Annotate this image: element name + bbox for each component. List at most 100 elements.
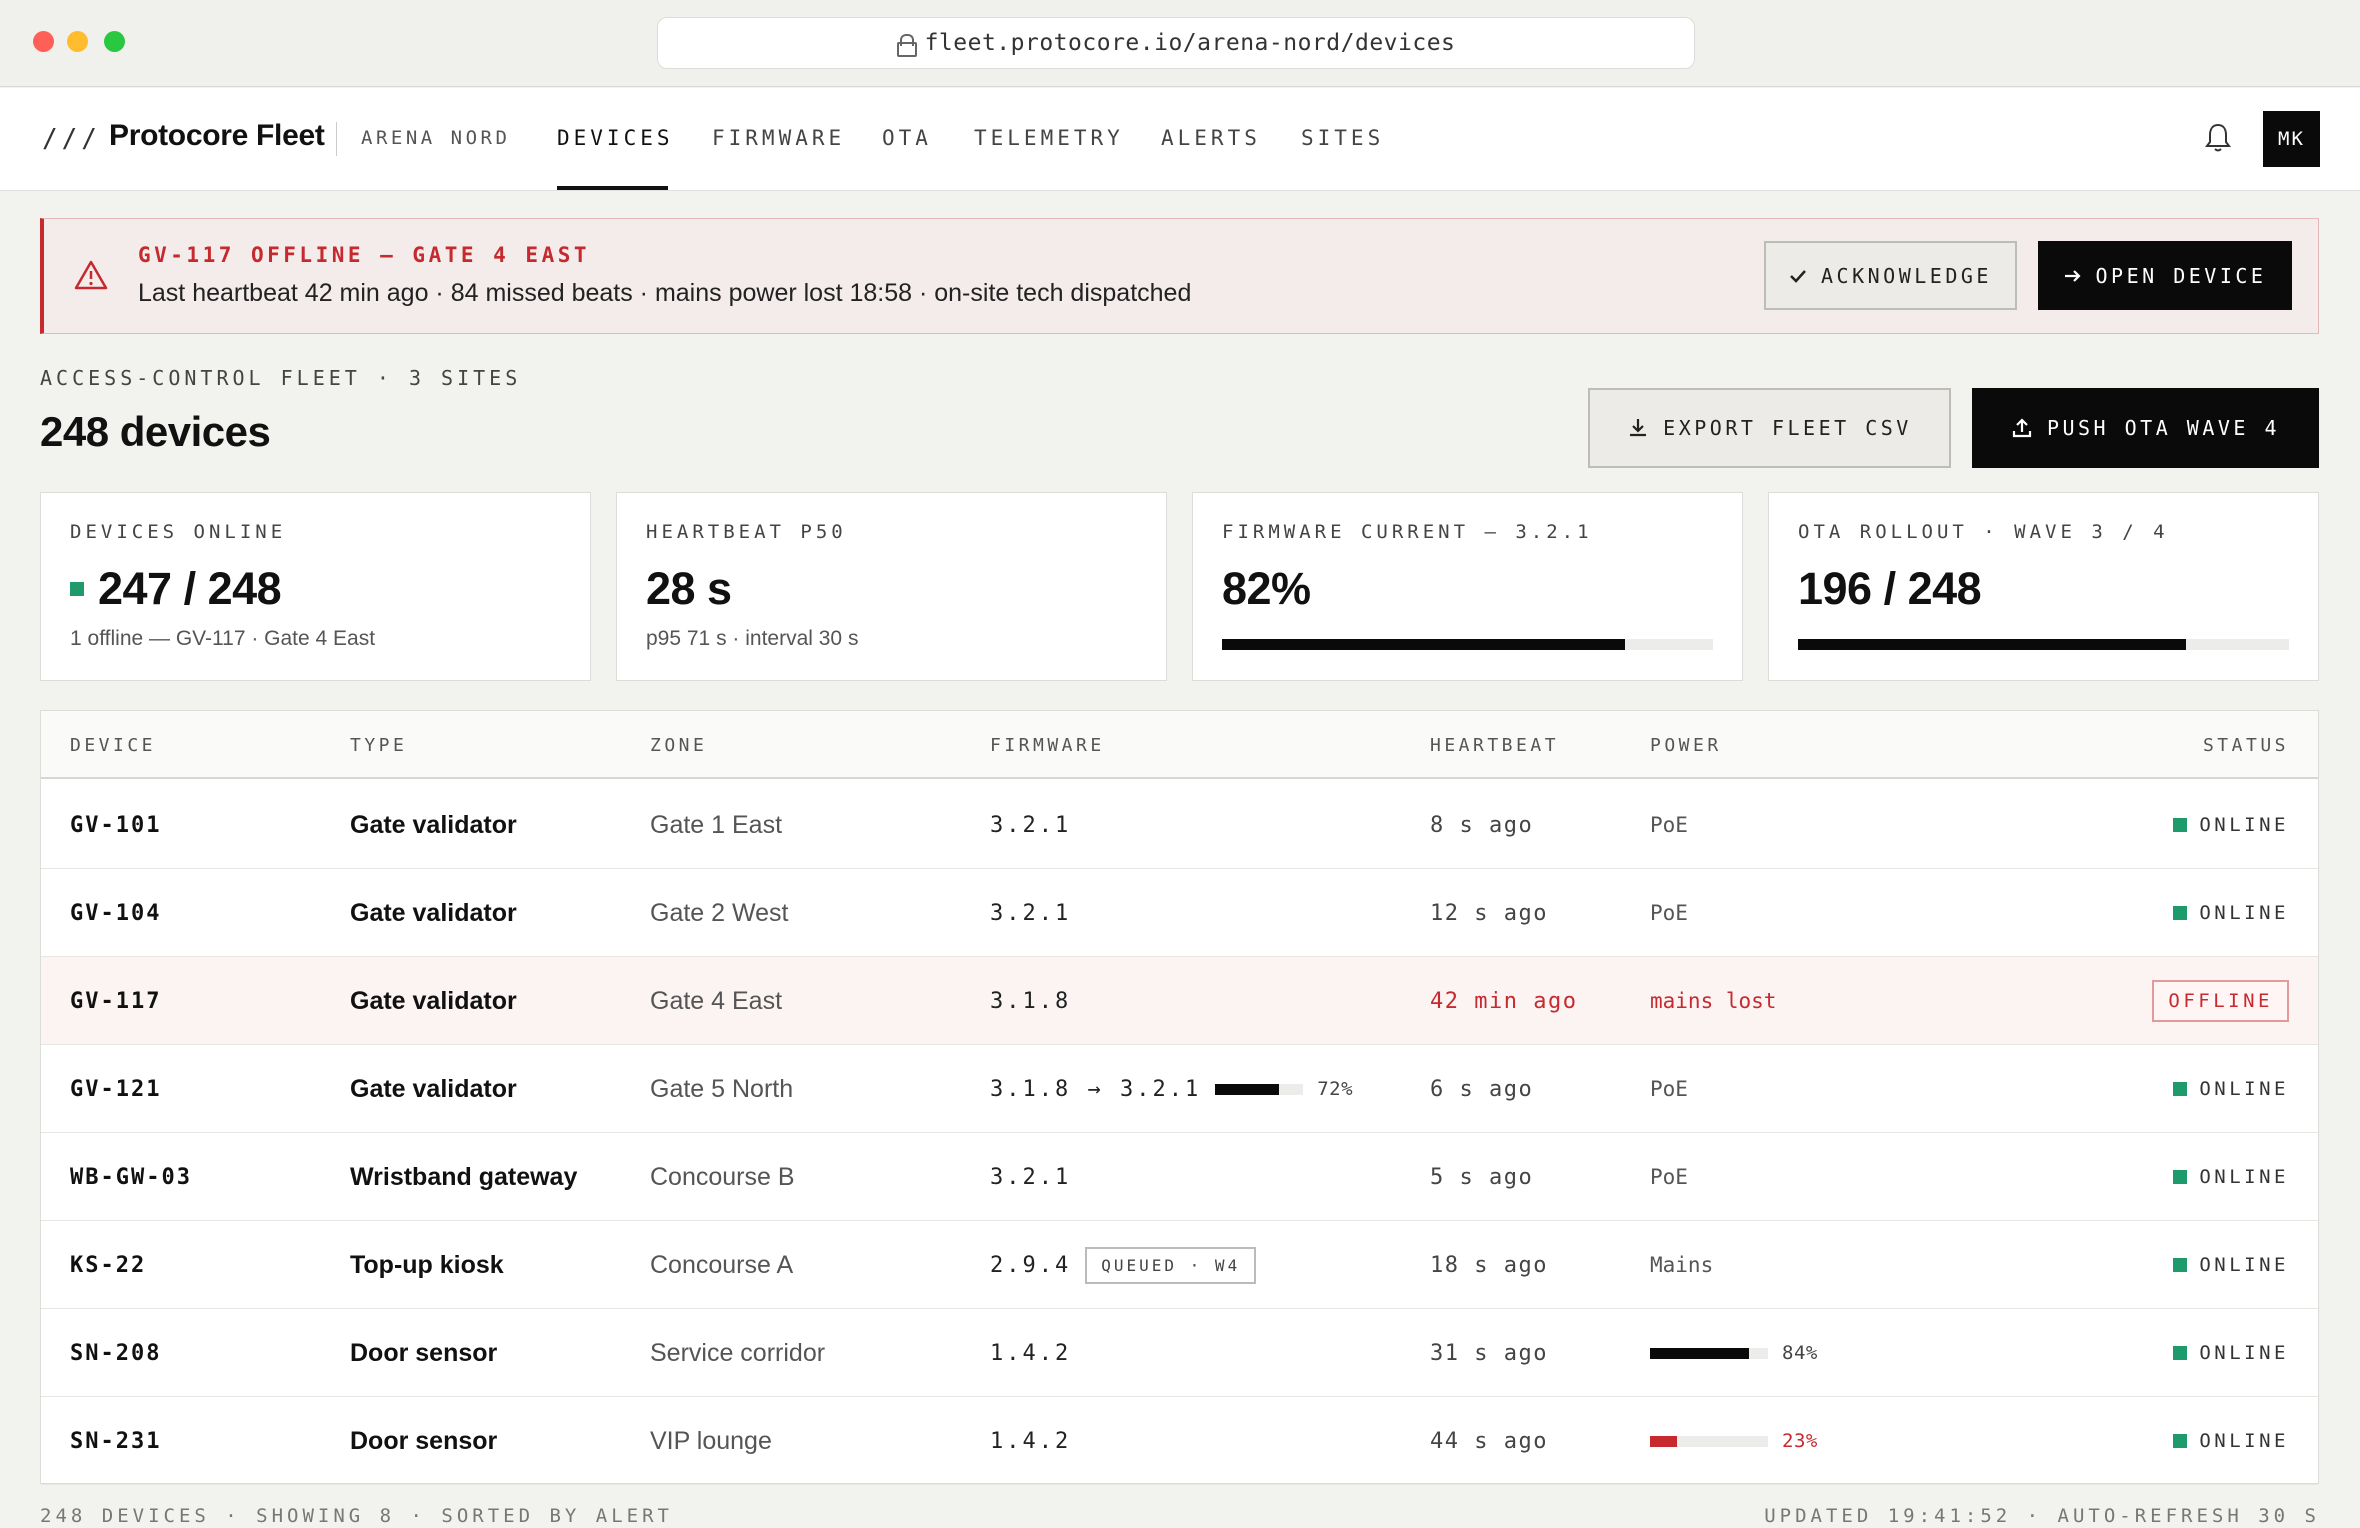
brand-divider (336, 122, 337, 156)
device-type: Gate validator (350, 898, 517, 927)
table-row[interactable]: GV-121 Gate validator Gate 5 North 3.1.8 → … (41, 1045, 2318, 1133)
device-status: ONLINE (2173, 1133, 2289, 1221)
table-row[interactable]: WB-GW-03 Wristband gateway Concourse B 3.2.… (41, 1133, 2318, 1221)
minimize-window-button[interactable] (67, 31, 88, 52)
battery-bar (1650, 1347, 1768, 1359)
alert-banner: GV-117 OFFLINE — GATE 4 EAST Last heartb… (40, 218, 2319, 334)
tab-firmware[interactable]: FIRMWARE (712, 126, 845, 150)
device-heartbeat: 6 s ago (1430, 1076, 1534, 1102)
ota-row-progress-bar (1215, 1083, 1304, 1095)
device-id[interactable]: GV-121 (70, 1045, 161, 1133)
col-device[interactable]: DEVICE (70, 735, 156, 756)
table-row[interactable]: KS-22 Top-up kiosk Concourse A 2.9.4 QUEUED … (41, 1221, 2318, 1309)
kpi-subtext: p95 71 s · interval 30 s (646, 627, 859, 650)
close-window-button[interactable] (33, 31, 54, 52)
acknowledge-button[interactable]: ACKNOWLEDGE (1764, 241, 2017, 310)
device-firmware: 1.4.2 (990, 1428, 1072, 1454)
kpi-heartbeat-p50: HEARTBEAT P50 28 s p95 71 s · interval 3… (616, 492, 1167, 681)
section-label: ACCESS-CONTROL FLEET · 3 SITES (40, 366, 522, 390)
avatar[interactable]: MK (2263, 111, 2320, 167)
col-power[interactable]: POWER (1650, 735, 1722, 756)
device-id[interactable]: SN-231 (70, 1397, 161, 1485)
col-zone[interactable]: ZONE (650, 735, 707, 756)
kpi-value: 82% (1222, 563, 1311, 614)
device-id[interactable]: WB-GW-03 (70, 1133, 192, 1221)
footer-summary: 248 DEVICES · SHOWING 8 · SORTED BY ALER… (40, 1505, 673, 1527)
tab-devices[interactable]: DEVICES (557, 126, 674, 150)
device-firmware: 3.2.1 (990, 900, 1072, 926)
device-firmware: 3.1.8 → 3.2.1 72% (990, 1076, 1354, 1102)
kpi-label: HEARTBEAT P50 (646, 521, 847, 543)
device-heartbeat: 8 s ago (1430, 812, 1534, 838)
device-table: DEVICE TYPE ZONE FIRMWARE HEARTBEAT POWE… (40, 710, 2319, 1485)
device-firmware: 1.4.2 (990, 1340, 1072, 1366)
status-badge: ONLINE (2199, 1254, 2289, 1276)
col-heartbeat[interactable]: HEARTBEAT (1430, 735, 1559, 756)
alert-message: Last heartbeat 42 min ago · 84 missed be… (138, 279, 1192, 307)
device-zone: Concourse A (650, 1250, 794, 1279)
bell-icon[interactable] (2203, 122, 2233, 154)
online-square-icon (2173, 1434, 2188, 1448)
device-id[interactable]: KS-22 (70, 1221, 146, 1309)
device-type: Door sensor (350, 1426, 498, 1455)
firmware-progress-bar (1222, 639, 1713, 650)
col-status[interactable]: STATUS (2203, 735, 2289, 756)
kpi-label: FIRMWARE CURRENT — 3.2.1 (1222, 521, 1593, 543)
open-device-button[interactable]: OPEN DEVICE (2038, 241, 2292, 310)
col-firmware[interactable]: FIRMWARE (990, 735, 1105, 756)
address-bar[interactable]: fleet.protocore.io/arena-nord/devices (657, 17, 1695, 69)
table-row[interactable]: GV-104 Gate validator Gate 2 West 3.2.1 12 s… (41, 869, 2318, 957)
col-type[interactable]: TYPE (350, 735, 407, 756)
upload-icon (2012, 418, 2032, 438)
device-type: Gate validator (350, 986, 517, 1015)
url-text: fleet.protocore.io/arena-nord/devices (924, 30, 1456, 56)
device-power: 23% (1650, 1397, 1818, 1485)
kpi-firmware-current: FIRMWARE CURRENT — 3.2.1 82% (1192, 492, 1743, 681)
tab-ota[interactable]: OTA (882, 126, 932, 150)
table-row[interactable]: GV-101 Gate validator Gate 1 East 3.2.1 8 s … (41, 781, 2318, 869)
online-square-icon (2173, 1082, 2188, 1096)
tab-telemetry[interactable]: TELEMETRY (974, 126, 1124, 150)
device-id[interactable]: GV-117 (70, 957, 161, 1045)
device-status: ONLINE (2173, 1309, 2289, 1397)
tab-sites[interactable]: SITES (1301, 126, 1384, 150)
site-name[interactable]: ARENA NORD (361, 127, 510, 149)
push-ota-wave-button[interactable]: PUSH OTA WAVE 4 (1972, 388, 2319, 468)
table-row[interactable]: GV-117 Gate validator Gate 4 East 3.1.8 42 m… (41, 957, 2318, 1045)
export-fleet-csv-button[interactable]: EXPORT FLEET CSV (1588, 388, 1951, 468)
download-icon (1630, 419, 1647, 437)
browser-chrome: fleet.protocore.io/arena-nord/devices (0, 0, 2360, 87)
arrow-right-icon (2064, 269, 2081, 282)
device-id[interactable]: SN-208 (70, 1309, 161, 1397)
status-badge: ONLINE (2199, 1430, 2289, 1452)
device-id[interactable]: GV-101 (70, 781, 161, 869)
footer-updated: UPDATED 19:41:52 · AUTO-REFRESH 30 S (1764, 1505, 2320, 1527)
device-zone: Service corridor (650, 1338, 826, 1367)
tab-alerts[interactable]: ALERTS (1161, 126, 1261, 150)
alert-title: GV-117 OFFLINE — GATE 4 EAST (138, 243, 591, 267)
queued-badge: QUEUED · W4 (1085, 1246, 1257, 1284)
device-type: Top-up kiosk (350, 1250, 504, 1279)
status-badge: ONLINE (2199, 1078, 2289, 1100)
online-square-icon (2173, 818, 2188, 832)
device-type: Gate validator (350, 1074, 517, 1103)
device-heartbeat: 42 min ago (1430, 988, 1578, 1014)
brand-name[interactable]: Protocore Fleet (109, 119, 325, 153)
device-zone: VIP lounge (650, 1426, 772, 1455)
device-power: 84% (1650, 1309, 1818, 1397)
table-header: DEVICE TYPE ZONE FIRMWARE HEARTBEAT POWE… (41, 711, 2318, 779)
app-header: /// Protocore Fleet ARENA NORD DEVICES F… (0, 88, 2360, 191)
check-icon (1790, 269, 1806, 283)
table-row[interactable]: SN-208 Door sensor Service corridor 1.4.2 31… (41, 1309, 2318, 1397)
device-power: PoE (1650, 813, 1688, 837)
table-row[interactable]: SN-231 Door sensor VIP lounge 1.4.2 44 s ago… (41, 1397, 2318, 1485)
device-power: mains lost (1650, 989, 1777, 1013)
device-zone: Gate 2 West (650, 898, 789, 927)
device-zone: Concourse B (650, 1162, 795, 1191)
status-badge: ONLINE (2199, 902, 2289, 924)
device-zone: Gate 5 North (650, 1074, 794, 1103)
ota-progress-bar (1798, 639, 2289, 650)
maximize-window-button[interactable] (104, 31, 125, 52)
device-type: Door sensor (350, 1338, 498, 1367)
device-id[interactable]: GV-104 (70, 869, 161, 957)
